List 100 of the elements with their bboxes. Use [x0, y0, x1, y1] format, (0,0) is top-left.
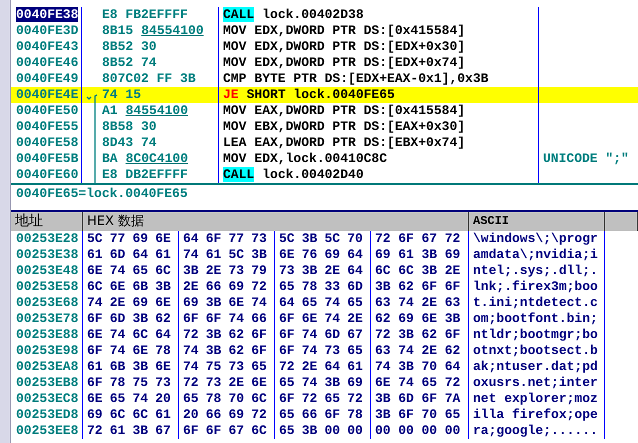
hex-byte: 62 — [228, 343, 246, 359]
hex-byte: 3B — [251, 247, 268, 263]
ascii-text: net explorer;moz — [473, 391, 598, 406]
hex-byte: 6E — [87, 263, 104, 279]
operands: EDX,DWORD PTR DS:[EDX+0x74] — [254, 55, 466, 70]
hex-byte: 6E — [422, 311, 438, 327]
hex-bytes: BA — [102, 151, 118, 167]
hex-byte: 65 — [132, 263, 150, 279]
mnemonic: CALL — [223, 7, 254, 22]
hex-byte: 73 — [324, 343, 342, 359]
hex-byte: 3B — [302, 263, 318, 279]
address-cell: 0040FE4E — [16, 87, 78, 102]
hex-byte: 2E — [347, 311, 364, 327]
hex-byte: 64 — [324, 359, 342, 375]
hex-byte: 65 — [279, 375, 296, 391]
hex-byte: 73 — [228, 263, 246, 279]
ascii-text: ra;google;...... — [473, 423, 598, 438]
hex-byte: 00 — [324, 423, 342, 439]
hex-byte: 72 — [375, 327, 392, 343]
hex-byte: 65 — [324, 391, 342, 407]
hex-byte: 6C — [132, 327, 150, 343]
hex-byte: 6D — [347, 279, 364, 295]
hex-byte: 66 — [302, 407, 318, 423]
operands: EAX,DWORD PTR DS:[EBX+0x74] — [254, 135, 466, 150]
address-cell: 0040FE58 — [16, 135, 78, 150]
address-cell: 00253E68 — [16, 295, 78, 310]
hex-byte: 69 — [183, 295, 200, 311]
hex-byte: 00 — [375, 423, 392, 439]
hex-byte: 6E — [155, 231, 172, 247]
hex-byte: 78 — [302, 279, 318, 295]
ascii-text: amdata\;nvidia;i — [473, 247, 598, 262]
hex-byte: 66 — [206, 407, 222, 423]
column-header[interactable]: HEX 数据 — [83, 212, 469, 231]
hex-byte: 65 — [279, 407, 296, 423]
mnemonic: MOV — [223, 55, 246, 70]
hex-byte: 73 — [155, 375, 172, 391]
hex-byte: 6F — [87, 375, 104, 391]
hex-byte: 73 — [228, 359, 246, 375]
ascii-text: t.ini;ntdetect.c — [473, 295, 598, 310]
hex-byte: 6C — [87, 279, 104, 295]
hex-byte: 6C — [375, 263, 392, 279]
column-header[interactable]: 地址 — [11, 212, 83, 231]
hex-byte: 6C — [110, 407, 126, 423]
hex-byte: 74 — [110, 343, 126, 359]
hex-byte: 3B — [324, 375, 342, 391]
hex-byte: 3B — [155, 279, 172, 295]
hex-byte: 2E — [110, 295, 126, 311]
mnemonic: MOV — [223, 103, 246, 118]
hex-byte: 6F — [398, 407, 415, 423]
hex-byte: 6F — [183, 311, 200, 327]
hex-byte: 78 — [206, 391, 222, 407]
hex-byte: 6F — [206, 231, 222, 247]
hex-byte: 66 — [206, 279, 222, 295]
hex-byte: 6E — [375, 375, 392, 391]
hex-byte: 33 — [324, 279, 342, 295]
hex-byte: 5C — [228, 247, 246, 263]
column-header[interactable]: ASCII — [469, 212, 605, 231]
hex-byte: 3B — [375, 407, 392, 423]
hex-byte: 61 — [155, 407, 172, 423]
mnemonic: MOV — [223, 23, 246, 38]
hex-byte: 66 — [251, 311, 268, 327]
address-cell: 00253EE8 — [16, 423, 78, 438]
hex-byte: 72 — [183, 375, 200, 391]
hex-byte: 70 — [347, 231, 364, 247]
hex-byte: 70 — [422, 407, 438, 423]
hex-byte: 3B — [132, 423, 150, 439]
hex-byte: 74 — [132, 391, 150, 407]
hex-byte: 2E — [444, 263, 462, 279]
hex-byte: 6C — [251, 423, 268, 439]
hex-byte: 67 — [347, 327, 364, 343]
address-cell: 00253EB8 — [16, 375, 78, 390]
address-cell: 00253E88 — [16, 327, 78, 342]
hex-byte: 67 — [155, 423, 172, 439]
operands: EAX,DWORD PTR DS:[0x415584] — [254, 103, 466, 118]
mnemonic: JE — [223, 87, 239, 102]
hex-bytes: 8B52 74 — [102, 55, 157, 71]
hex-byte: 74 — [183, 359, 200, 375]
hex-operand: 84554100 — [141, 23, 204, 39]
hex-byte: 78 — [347, 407, 364, 423]
hex-byte: 64 — [183, 231, 200, 247]
hex-byte: 64 — [132, 247, 150, 263]
hex-byte: 67 — [228, 423, 246, 439]
address-cell: 00253EC8 — [16, 391, 78, 406]
hex-byte: 6E — [87, 327, 104, 343]
hex-byte: 6D — [110, 247, 126, 263]
info-line: 0040FE65=lock.0040FE65 — [16, 186, 188, 201]
hex-byte: 74 — [398, 295, 415, 311]
hex-byte: 75 — [206, 359, 222, 375]
hex-byte: 6C — [251, 391, 268, 407]
hex-byte: 2E — [183, 279, 200, 295]
hex-byte: 61 — [87, 359, 104, 375]
hex-byte: 74 — [398, 375, 415, 391]
hex-byte: 79 — [251, 263, 268, 279]
hex-byte: 61 — [347, 359, 364, 375]
hex-byte: 69 — [347, 375, 364, 391]
hex-byte: 3B — [375, 391, 392, 407]
hex-byte: 69 — [132, 231, 150, 247]
hex-byte: 00 — [444, 423, 462, 439]
hex-byte: 6F — [206, 311, 222, 327]
hex-byte: 72 — [375, 231, 392, 247]
